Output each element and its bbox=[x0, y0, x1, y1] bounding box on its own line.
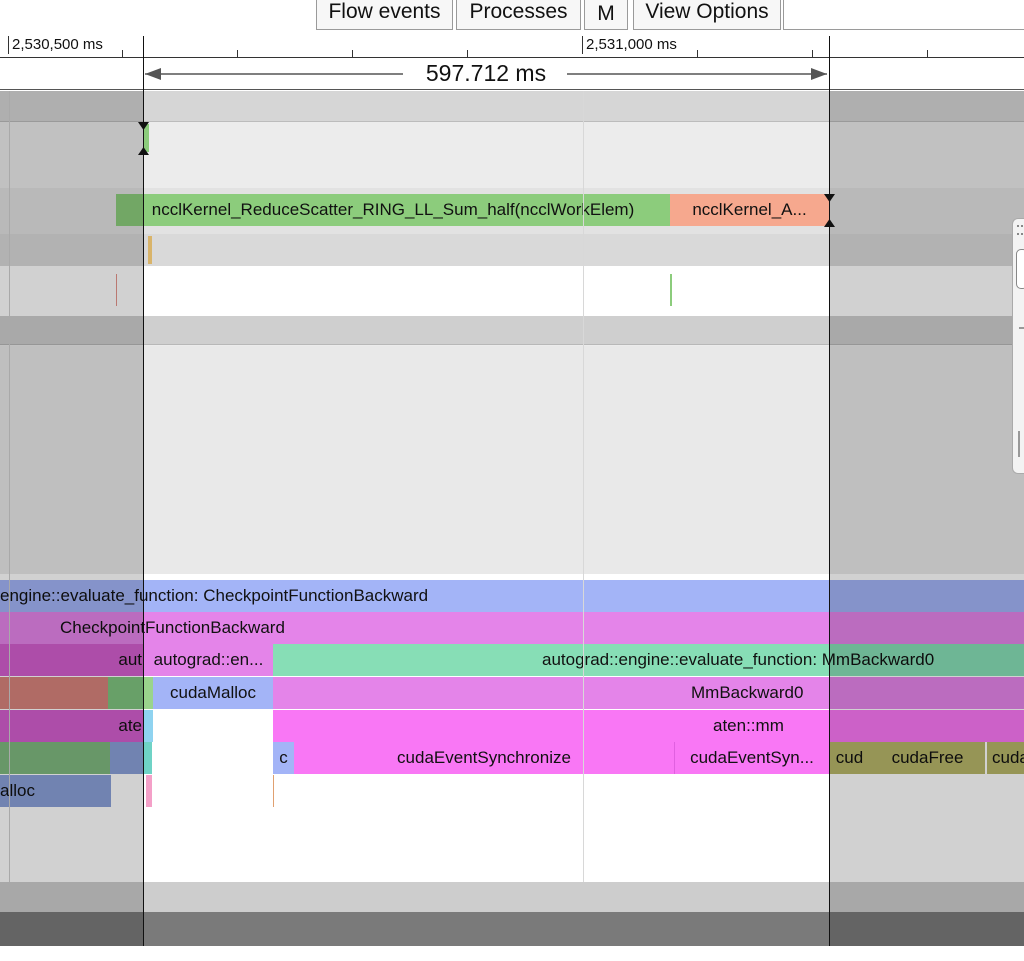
process-header-band bbox=[0, 91, 1024, 122]
cpu-slice-small[interactable] bbox=[108, 677, 144, 709]
cpu-slice-cudamalloc[interactable]: cudaMalloc bbox=[153, 677, 273, 709]
cpu-slice-autograd-mm[interactable]: autograd::engine::evaluate_function: MmB… bbox=[273, 644, 1024, 676]
cpu-slice-small[interactable] bbox=[146, 775, 152, 807]
bottom-band bbox=[0, 882, 1024, 912]
cpu-slice-cud-right[interactable]: cud bbox=[829, 742, 870, 774]
selection-marker-icon bbox=[138, 122, 149, 155]
ruler-tick bbox=[927, 50, 928, 58]
bottom-dark-band bbox=[0, 912, 1024, 946]
cpu-slice-c[interactable]: c bbox=[273, 742, 294, 774]
cpu-slice-cudaeventsyn[interactable]: cudaEventSyn... bbox=[674, 742, 829, 774]
cpu-slice-small[interactable] bbox=[144, 710, 153, 742]
duration-label: 597.712 ms bbox=[425, 60, 547, 86]
cpu-slice-cudaeventsynchronize[interactable]: cudaEventSynchronize bbox=[294, 742, 674, 774]
cpu-slice-checkpoint-backward[interactable]: CheckpointFunctionBackward bbox=[0, 612, 1024, 644]
ruler-baseline bbox=[0, 57, 1024, 58]
cpu-slice-evaluate-checkpoint[interactable]: engine::evaluate_function: CheckpointFun… bbox=[0, 580, 1024, 612]
toolbar: Flow events Processes M View Options bbox=[0, 0, 1024, 36]
process-header-band bbox=[0, 316, 1024, 345]
gpu-track-row bbox=[0, 234, 1024, 266]
cpu-slice-autograd-short[interactable]: autograd::en... bbox=[144, 644, 273, 676]
ruler-tick bbox=[697, 50, 698, 58]
ruler-tick bbox=[812, 50, 813, 58]
cpu-slice-small[interactable] bbox=[273, 775, 274, 807]
selection-boundary-left[interactable] bbox=[143, 36, 144, 946]
kernel-slice-reducescatter[interactable]: ncclKernel_ReduceScatter_RING_LL_Sum_hal… bbox=[116, 194, 670, 226]
ruler-tick bbox=[352, 50, 353, 58]
panel-tick bbox=[1019, 327, 1024, 329]
cpu-slice-small[interactable] bbox=[144, 677, 153, 709]
cpu-slice-mmbackward[interactable]: MmBackward0 bbox=[273, 677, 1024, 709]
selection-marker-icon bbox=[824, 194, 835, 227]
ruler-tick bbox=[467, 50, 468, 58]
metadata-button[interactable]: M bbox=[584, 0, 628, 30]
ruler-tick bbox=[122, 50, 123, 58]
cpu-slice-small[interactable] bbox=[144, 742, 152, 774]
grip-icon bbox=[1017, 225, 1023, 235]
kernel-slice-next[interactable]: ncclKernel_A... bbox=[670, 194, 829, 226]
kernel-marker[interactable] bbox=[670, 274, 672, 306]
side-panel-handle[interactable] bbox=[1012, 218, 1024, 474]
view-options-button[interactable]: View Options bbox=[633, 0, 781, 30]
empty-track-area bbox=[0, 346, 1024, 574]
flow-events-button[interactable]: Flow events bbox=[316, 0, 453, 30]
panel-tick bbox=[1018, 431, 1020, 457]
kernel-marker[interactable] bbox=[116, 274, 117, 306]
cpu-slice-ate[interactable]: ate bbox=[0, 710, 144, 742]
processes-button[interactable]: Processes bbox=[456, 0, 581, 30]
gpu-track-row bbox=[0, 266, 1024, 316]
cpu-slice-aut[interactable]: aut bbox=[0, 644, 144, 676]
cpu-slice-cudafree[interactable]: cudaFree bbox=[870, 742, 985, 774]
cpu-slice-small[interactable] bbox=[110, 742, 144, 774]
cpu-slice-malloc[interactable]: alloc bbox=[0, 775, 111, 807]
gridline bbox=[583, 91, 584, 882]
kernel-marker[interactable] bbox=[148, 236, 152, 264]
ruler-label-right: 2,531,000 ms bbox=[582, 36, 677, 54]
ruler-label-left: 2,530,500 ms bbox=[8, 36, 103, 54]
ruler-tick bbox=[237, 50, 238, 58]
panel-button[interactable] bbox=[1016, 249, 1024, 289]
gridline bbox=[9, 91, 10, 882]
cpu-slice-cuda-right[interactable]: cuda bbox=[986, 742, 1024, 774]
selection-boundary-right[interactable] bbox=[829, 36, 830, 946]
toolbar-fill bbox=[783, 0, 1024, 30]
cpu-slice-aten-mm[interactable]: aten::mm bbox=[273, 710, 1024, 742]
gpu-track-row bbox=[0, 122, 1024, 188]
